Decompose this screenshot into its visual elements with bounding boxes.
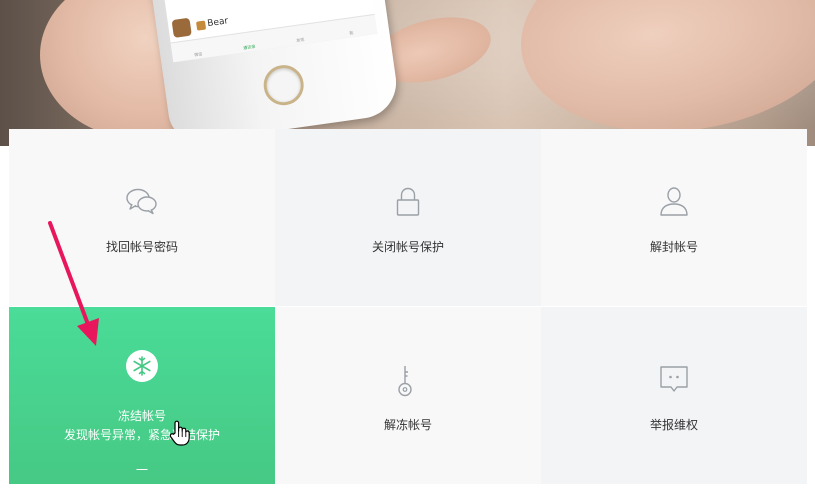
phone-tab-me: 我 [348,30,354,36]
tile-label: 解冻帐号 [383,418,432,432]
tile-dash [136,469,148,470]
phone-tab-chats: 微信 [193,51,203,58]
phone-tab-contacts: 通讯录 [243,43,256,51]
lock-icon [396,187,420,216]
report-bubble-icon [660,366,688,392]
bear-badge-icon [195,20,207,31]
tile-report-rights[interactable]: 举报维权 [541,307,807,484]
service-grid: 找回帐号密码 关闭帐号保护 解封帐号 冻结帐号 发现帐号异常，紧急冻结保护 解冻… [9,129,807,485]
bear-avatar-icon [171,17,192,38]
chat-bubbles-icon [126,188,157,215]
tile-label: 关闭帐号保护 [371,240,444,254]
tile-freeze-account[interactable]: 冻结帐号 发现帐号异常，紧急冻结保护 [9,307,275,484]
person-icon [660,187,688,216]
tile-recover-password[interactable]: 找回帐号密码 [9,129,275,306]
home-button [261,62,307,108]
tile-sublabel: 发现帐号异常，紧急冻结保护 [63,428,220,442]
tile-unblock-account[interactable]: 解封帐号 [541,129,807,306]
hero-banner: Bear 微信 通讯录 发现 我 [0,0,815,146]
tile-label: 冻结帐号 [117,409,166,423]
key-icon [398,366,412,397]
contact-name: Bear [206,16,229,30]
tile-label: 解封帐号 [649,240,698,254]
tile-unfreeze-account[interactable]: 解冻帐号 [275,307,541,484]
page: Bear 微信 通讯录 发现 我 找回帐号密码 关闭帐号保护 解封帐号 冻结帐号… [0,0,815,494]
phone-tab-discover: 发现 [295,36,305,43]
tile-label: 举报维权 [649,418,698,432]
tile-label: 找回帐号密码 [105,240,178,254]
phone-screen: Bear 微信 通讯录 发现 我 [161,0,378,63]
tile-close-protection[interactable]: 关闭帐号保护 [275,129,541,306]
snowflake-icon [126,350,158,382]
